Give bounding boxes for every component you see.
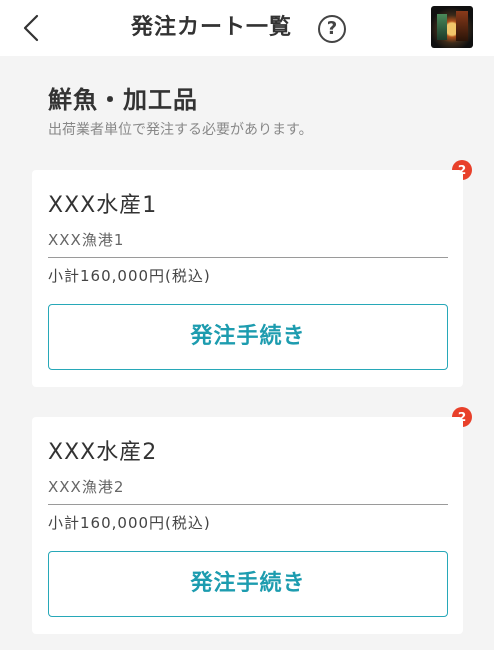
- order-procedure-button[interactable]: 発注手続き: [48, 551, 448, 617]
- help-icon[interactable]: ?: [318, 15, 346, 43]
- supplier-name: XXX水産1: [48, 193, 158, 218]
- divider: [48, 257, 448, 258]
- page-title: 発注カート一覧: [131, 15, 293, 40]
- avatar[interactable]: [431, 6, 473, 48]
- chevron-left-icon: [23, 14, 39, 42]
- subtotal: 小計160,000円(税込): [48, 267, 211, 285]
- subtotal: 小計160,000円(税込): [48, 514, 211, 532]
- section-title: 鮮魚・加工品: [48, 86, 198, 114]
- back-button[interactable]: [18, 12, 48, 44]
- port-name: XXX漁港2: [48, 478, 125, 496]
- supplier-card: XXX水産1 XXX漁港1 小計160,000円(税込) 発注手続き: [32, 170, 463, 387]
- supplier-card: XXX水産2 XXX漁港2 小計160,000円(税込) 発注手続き: [32, 417, 463, 634]
- app-header: 発注カート一覧 ?: [0, 0, 494, 56]
- order-procedure-button[interactable]: 発注手続き: [48, 304, 448, 370]
- supplier-name: XXX水産2: [48, 440, 158, 465]
- section-note: 出荷業者単位で発注する必要があります。: [48, 122, 313, 138]
- divider: [48, 504, 448, 505]
- port-name: XXX漁港1: [48, 231, 125, 249]
